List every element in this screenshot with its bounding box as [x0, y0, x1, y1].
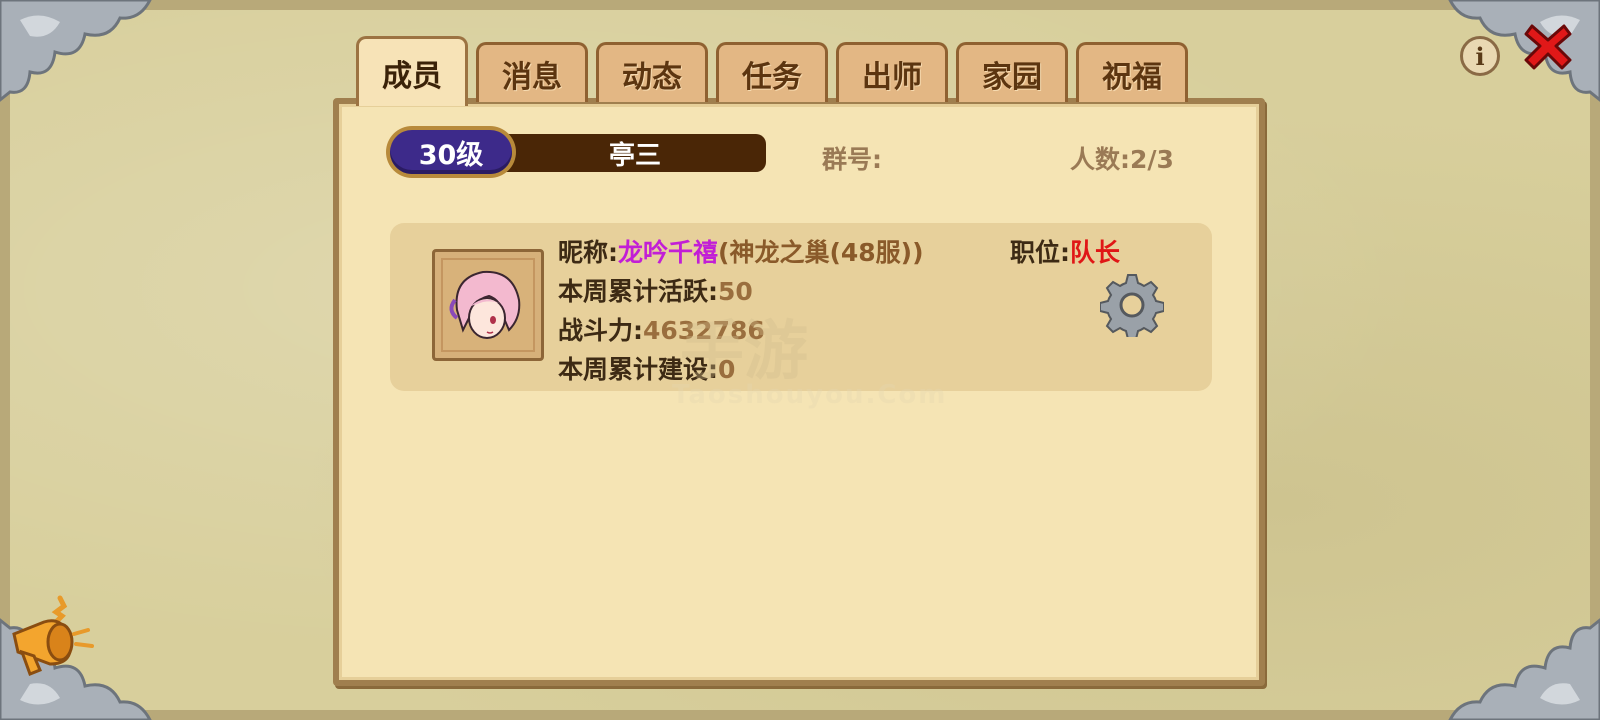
group-number-label: 群号: — [822, 145, 882, 174]
position-row: 职位:队长 — [1010, 233, 1120, 269]
gear-icon[interactable] — [1100, 273, 1164, 337]
tab-label: 动态 — [622, 59, 682, 95]
tab-label: 成员 — [382, 58, 442, 94]
tab-tasks[interactable]: 任务 — [716, 42, 828, 102]
tab-messages[interactable]: 消息 — [476, 42, 588, 102]
nickname-label: 昵称: — [558, 238, 618, 267]
tab-label: 祝福 — [1102, 59, 1162, 95]
power-label: 战斗力: — [558, 316, 643, 345]
group-name: 亭三 — [494, 134, 766, 172]
watermark: 手游 — [680, 315, 808, 389]
tab-label: 家园 — [982, 59, 1042, 95]
tab-bar: 成员 消息 动态 任务 出师 家园 祝福 — [356, 36, 1188, 106]
level-badge: 30级 — [386, 126, 516, 178]
watermark-url: Taoshouyou.Com — [672, 380, 948, 410]
level-text: 30级 — [390, 130, 512, 174]
info-icon[interactable]: i — [1460, 36, 1500, 76]
member-count-label: 人数: — [1070, 145, 1130, 174]
tab-members[interactable]: 成员 — [356, 36, 468, 106]
close-icon[interactable] — [1524, 22, 1572, 70]
member-count: 人数:2/3 — [1070, 140, 1174, 176]
tab-graduate[interactable]: 出师 — [836, 42, 948, 102]
server-name: (神龙之巢(48服)) — [718, 238, 924, 267]
nickname: 龙吟千禧 — [618, 238, 719, 267]
avatar[interactable] — [432, 249, 544, 361]
position-value: 队长 — [1070, 238, 1121, 267]
member-count-value: 2/3 — [1130, 145, 1174, 174]
cloud-corner-bottom-right — [1447, 616, 1600, 720]
position-label: 职位: — [1010, 238, 1070, 267]
cloud-corner-top-left — [0, 0, 152, 102]
tab-activity[interactable]: 动态 — [596, 42, 708, 102]
nickname-row: 昵称:龙吟千禧(神龙之巢(48服)) — [558, 233, 924, 272]
avatar-portrait-icon — [443, 260, 533, 350]
tab-label: 消息 — [502, 59, 562, 95]
tab-home[interactable]: 家园 — [956, 42, 1068, 102]
tab-label: 出师 — [862, 59, 922, 95]
horn-icon[interactable] — [4, 594, 100, 690]
tab-label: 任务 — [742, 59, 802, 95]
tab-blessing[interactable]: 祝福 — [1076, 42, 1188, 102]
